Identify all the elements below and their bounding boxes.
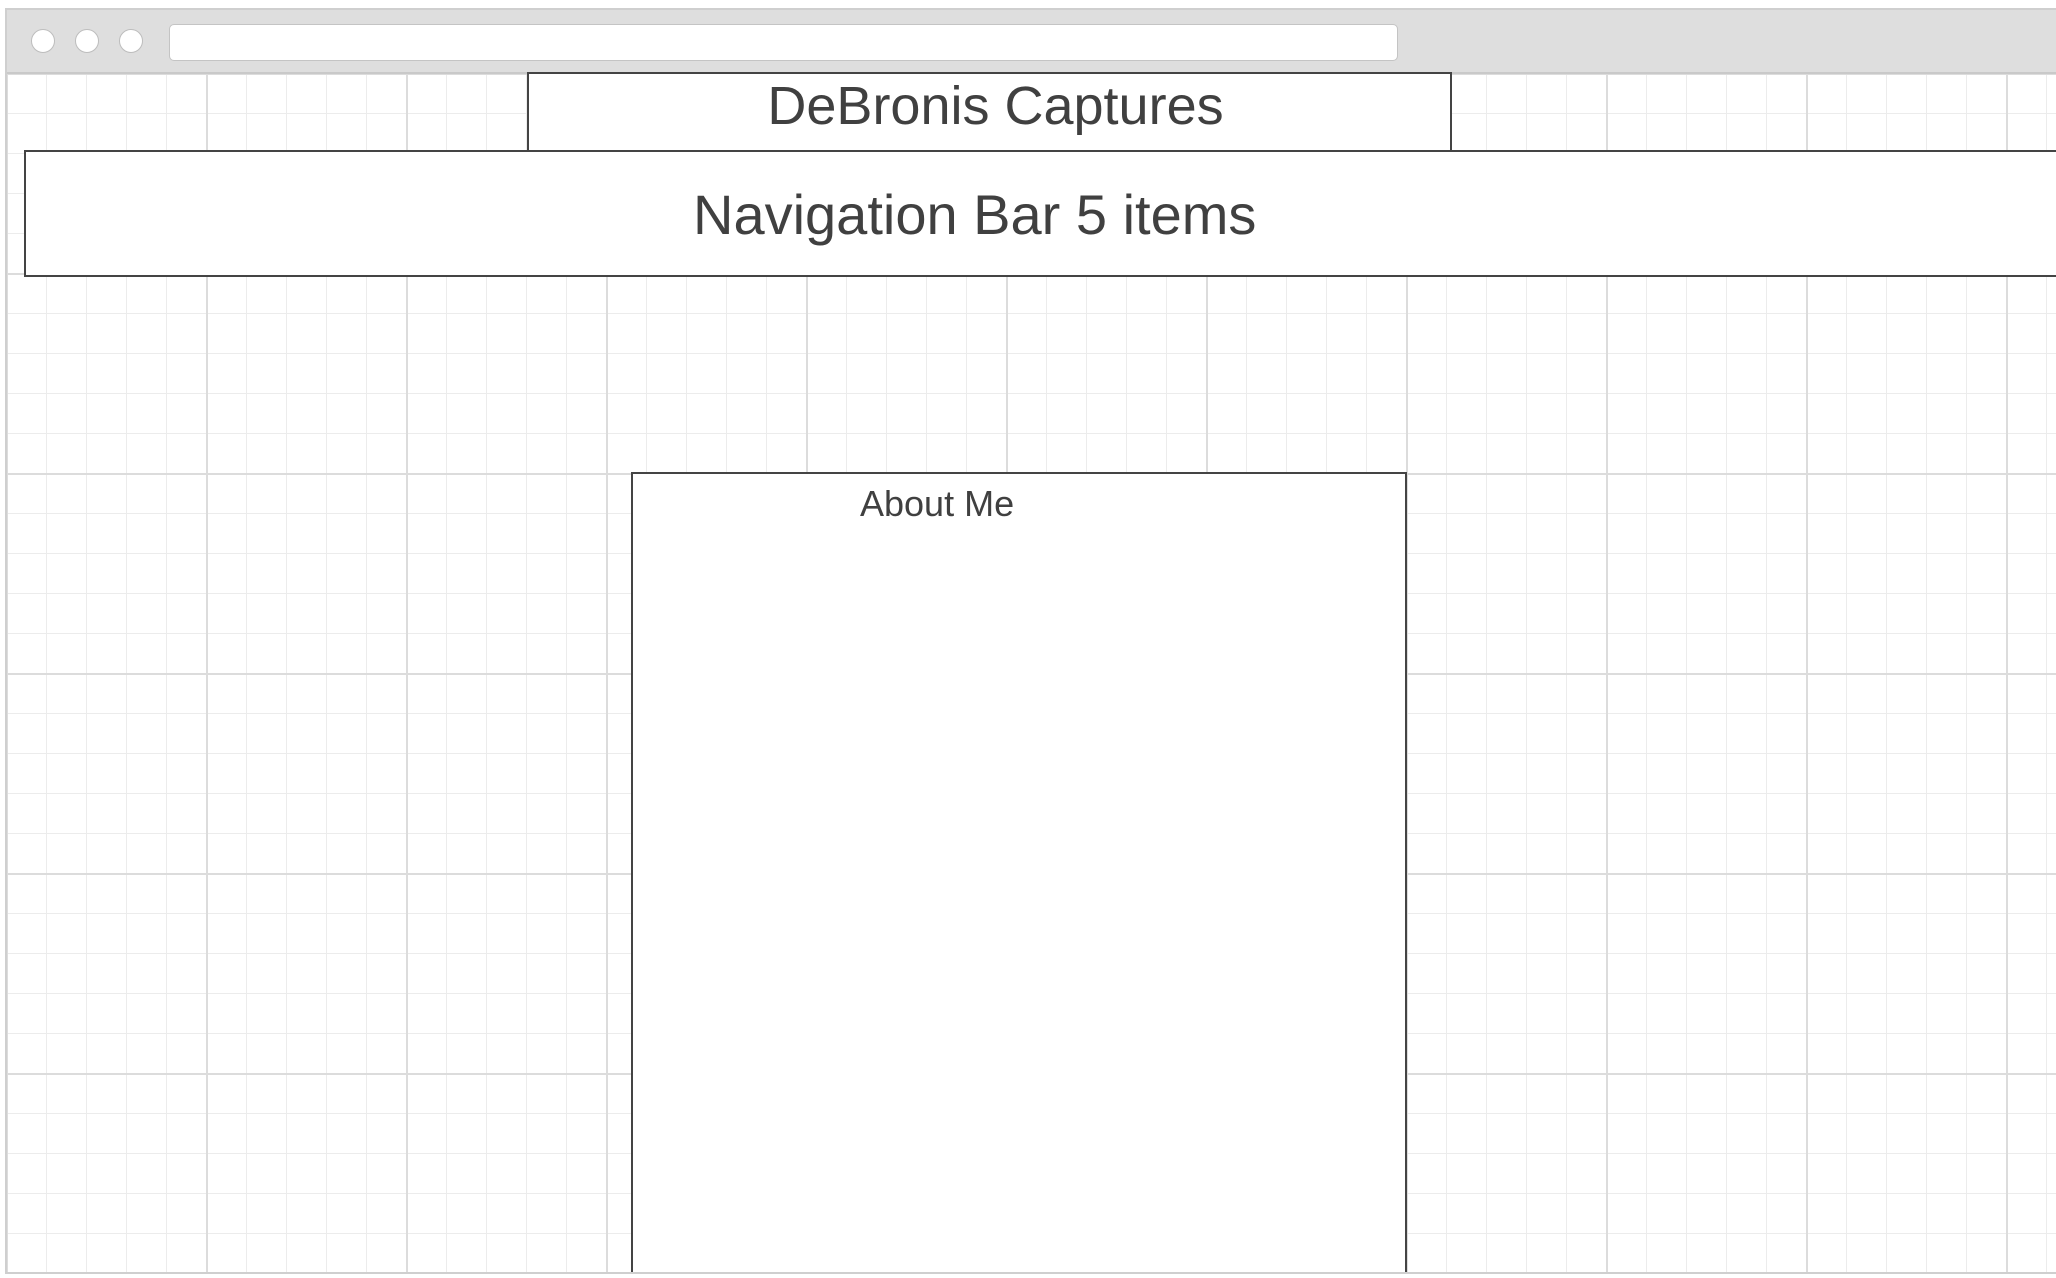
navigation-bar-label: Navigation Bar 5 items [693,183,1257,246]
navigation-bar[interactable]: Navigation Bar 5 items [24,150,2056,277]
about-me-section: About Me [631,472,1407,1272]
site-title: DeBronis Captures [527,72,1452,152]
browser-window: DeBronis Captures Navigation Bar 5 items… [5,8,2056,1274]
browser-titlebar [7,10,2056,74]
wireframe-canvas: DeBronis Captures Navigation Bar 5 items… [7,72,2056,1272]
window-minimize-icon[interactable] [75,29,99,53]
window-close-icon[interactable] [31,29,55,53]
about-me-heading: About Me [860,483,1015,524]
address-bar[interactable] [169,24,1398,61]
window-maximize-icon[interactable] [119,29,143,53]
